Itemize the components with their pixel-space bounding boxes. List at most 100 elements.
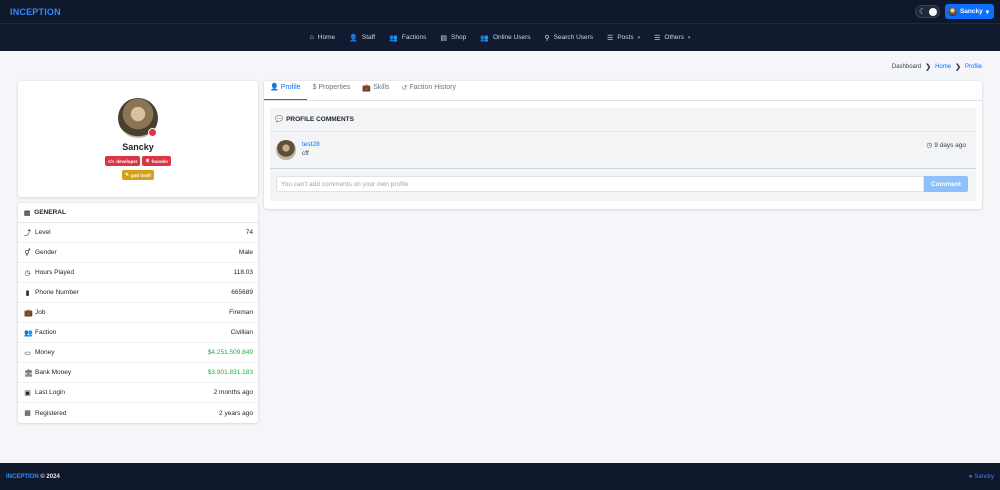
nav-online-users[interactable]: 👥 Online Users: [480, 34, 530, 42]
toggle-knob: [928, 8, 937, 16]
stat-value: $3.901.831.183: [207, 369, 253, 376]
list-item: test28 cff ◷ 9 days ago: [270, 131, 976, 169]
nav-label: Shop: [451, 34, 467, 41]
user-menu-button[interactable]: Sancky ▾: [944, 4, 994, 19]
search-icon: ⚲: [544, 34, 550, 42]
user-menu-name: Sancky: [959, 8, 983, 15]
user-icon: 👤: [270, 84, 279, 91]
top-right-controls: ☾ Sancky ▾: [914, 4, 994, 19]
calendar-icon: ▣: [24, 389, 31, 397]
tab-properties[interactable]: $ Properties: [307, 80, 357, 100]
briefcase-icon: 💼: [362, 84, 372, 92]
nav-others-dropdown[interactable]: ☰ Others ▾: [654, 34, 690, 42]
calendar-icon: ▦: [24, 410, 31, 417]
clock-icon: ◷: [926, 142, 933, 149]
home-icon: ⌂: [309, 34, 314, 41]
stat-row-money: ▭ Money $4.251.509.849: [18, 343, 258, 363]
avatar[interactable]: [276, 140, 296, 160]
stat-row-hours-played: ◷ Hours Played 118.03: [18, 263, 258, 283]
stat-row-gender: ⚥ Gender Male: [18, 243, 258, 263]
general-title: GENERAL: [34, 209, 66, 216]
footer-copyright: © 2024: [40, 473, 60, 480]
level-icon: ⤴: [24, 229, 31, 237]
profile-card: Sancky </> developer ♛ founder ✎ god its…: [18, 81, 258, 197]
breadcrumb-profile[interactable]: Profile: [965, 64, 982, 70]
history-icon: ↺: [401, 84, 408, 92]
bank-icon: 🏛: [24, 369, 33, 377]
code-icon: </>: [107, 158, 115, 164]
comment-text: cff: [302, 150, 309, 157]
footer-left: INCEPTION © 2024: [6, 474, 60, 480]
nav-label: Home: [317, 34, 336, 41]
nav-label: Search Users: [553, 34, 594, 41]
crown-icon: ♛: [145, 158, 150, 163]
nav-posts-dropdown[interactable]: ☰ Posts ▾: [607, 34, 640, 42]
factions-icon: 👥: [389, 34, 398, 42]
badge-label: developer: [116, 158, 138, 164]
tab-skills[interactable]: 💼 Skills: [356, 80, 395, 100]
tab-label: Profile: [280, 83, 301, 91]
badge-row: </> developer ♛ founder: [18, 156, 258, 166]
gender-icon: ⚥: [24, 249, 31, 257]
comments-icon: 💬: [275, 116, 284, 123]
chevron-right-icon: ❯: [925, 64, 932, 71]
online-users-icon: 👥: [480, 34, 489, 42]
stat-label: Hours Played: [35, 269, 75, 276]
comment-time: ◷ 9 days ago: [926, 141, 966, 150]
nav-shop[interactable]: ▤ Shop: [440, 34, 466, 42]
clock-icon: ◷: [24, 269, 31, 277]
stat-row-last-login: ▣ Last Login 2 months ago: [18, 383, 258, 403]
stat-value: Civillian: [230, 329, 253, 336]
money-icon: ▭: [24, 349, 31, 357]
id-card-icon: ▤: [24, 209, 31, 217]
stat-value: 2 months ago: [213, 389, 253, 396]
nav-factions[interactable]: 👥 Factions: [389, 34, 426, 42]
footer-user[interactable]: ● Sancky: [969, 474, 994, 480]
list-icon: ☰: [607, 34, 614, 42]
top-bar: INCEPTION ☾ Sancky ▾: [0, 0, 1000, 23]
briefcase-icon: 💼: [24, 309, 33, 317]
dollar-icon: $: [312, 84, 317, 91]
nav-label: Posts: [617, 34, 634, 41]
stat-value: 118.03: [233, 269, 253, 276]
breadcrumb-home[interactable]: Home: [935, 64, 951, 70]
general-header: ▤ GENERAL: [18, 203, 258, 223]
nav-search-users[interactable]: ⚲ Search Users: [545, 34, 594, 42]
comment-form: Comment: [276, 176, 968, 192]
profile-name: Sancky: [122, 142, 154, 152]
stat-row-faction: 👥 Faction Civillian: [18, 323, 258, 343]
nav-staff[interactable]: 👤 Staff: [349, 34, 375, 42]
stat-row-bank-money: 🏛 Bank Money $3.901.831.183: [18, 363, 258, 383]
stat-row-registered: ▦ Registered 2 years ago: [18, 403, 258, 423]
tab-label: Skills: [373, 84, 390, 91]
stat-value: 665689: [231, 289, 253, 296]
nav-label: Others: [664, 34, 684, 41]
breadcrumb-dashboard[interactable]: Dashboard: [892, 64, 921, 70]
tab-bar: 👤 Profile $ Properties 💼 Skills ↺ Factio…: [264, 81, 982, 101]
tab-faction-history[interactable]: ↺ Faction History: [395, 80, 462, 100]
stat-label: Money: [35, 349, 55, 356]
footer-user-name: Sancky: [974, 473, 994, 480]
user-circle-icon: ●: [968, 473, 973, 480]
list-icon: ☰: [654, 34, 661, 42]
nav-label: Factions: [401, 34, 427, 41]
pen-icon: ✎: [125, 172, 129, 177]
tab-profile[interactable]: 👤 Profile: [264, 80, 307, 100]
profile-tabs-card: 👤 Profile $ Properties 💼 Skills ↺ Factio…: [264, 81, 982, 209]
nav-label: Online Users: [492, 34, 531, 41]
stat-label: Job: [35, 309, 46, 316]
brand-logo[interactable]: INCEPTION: [10, 7, 61, 17]
nav-home[interactable]: ⌂ Home: [310, 34, 336, 41]
comment-button[interactable]: Comment: [924, 176, 968, 192]
main-nav: ⌂ Home 👤 Staff 👥 Factions ▤ Shop 👥 Onlin…: [0, 23, 1000, 51]
faction-icon: 👥: [24, 329, 33, 337]
tab-label: Properties: [318, 84, 351, 91]
theme-toggle[interactable]: ☾: [914, 5, 940, 18]
comment-author-link[interactable]: test28: [302, 141, 320, 148]
badge-founder: ♛ founder: [142, 156, 172, 166]
footer-brand[interactable]: INCEPTION: [6, 474, 39, 480]
badge-label: god itself: [130, 172, 151, 178]
moon-icon: ☾: [918, 7, 927, 16]
stat-label: Last Login: [35, 389, 65, 396]
comment-input[interactable]: [276, 176, 924, 192]
